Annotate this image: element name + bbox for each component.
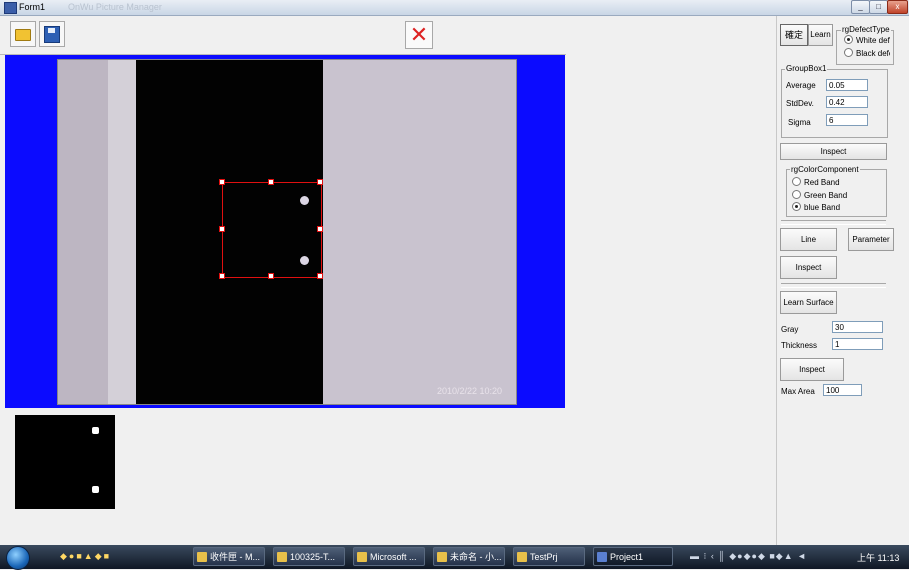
tab-confirm[interactable]: 確定 <box>780 24 808 46</box>
defect-type-label: rgDefectType <box>841 25 891 34</box>
task-project1-label: Project1 <box>610 552 644 562</box>
result-blob <box>92 427 99 434</box>
roi-handle[interactable] <box>268 273 274 279</box>
task-microsoft-label: Microsoft ... <box>370 552 417 562</box>
task-mail-label: 收件匣 - M... <box>210 552 260 562</box>
folder-icon <box>15 29 31 41</box>
inspect-button-1[interactable]: Inspect <box>780 143 887 160</box>
separator <box>781 283 886 288</box>
radio-selected-icon <box>844 35 853 44</box>
surface-strip-edge <box>108 60 136 404</box>
roi-handle[interactable] <box>219 226 225 232</box>
mail-icon <box>197 552 207 562</box>
radio-blue-band-label: blue Band <box>804 203 841 212</box>
radio-unselected-icon <box>844 48 853 57</box>
window-ghost-title: OnWu Picture Manager <box>68 2 162 12</box>
inspect-button-2[interactable]: Inspect <box>780 256 837 279</box>
task-document-label: 100325-T... <box>290 552 336 562</box>
task-microsoft[interactable]: Microsoft ... <box>353 547 425 566</box>
radio-black-defect[interactable]: Black defe <box>844 48 890 58</box>
radio-selected-icon <box>792 202 801 211</box>
result-thumbnail <box>15 415 115 509</box>
stddev-input[interactable]: 0.42 <box>826 96 868 108</box>
thickness-label: Thickness <box>781 341 818 350</box>
gray-input[interactable]: 30 <box>832 321 883 333</box>
sigma-label: Sigma <box>788 118 811 127</box>
roi-handle[interactable] <box>317 273 323 279</box>
roi-rectangle[interactable] <box>222 182 322 278</box>
radio-unselected-icon <box>792 190 801 199</box>
line-button[interactable]: Line <box>780 228 837 251</box>
roi-handle[interactable] <box>317 179 323 185</box>
radio-unselected-icon <box>792 177 801 186</box>
roi-handle[interactable] <box>219 273 225 279</box>
groupbox1-label: GroupBox1 <box>785 64 828 73</box>
radio-green-band[interactable]: Green Band <box>792 190 847 200</box>
parameter-button[interactable]: Parameter <box>848 228 894 251</box>
learn-surface-button[interactable]: Learn Surface <box>780 291 837 314</box>
task-testprj-label: TestPrj <box>530 552 558 562</box>
radio-green-band-label: Green Band <box>804 191 848 200</box>
open-file-button[interactable] <box>10 21 36 47</box>
roi-handle[interactable] <box>268 179 274 185</box>
task-document[interactable]: 100325-T... <box>273 547 345 566</box>
control-panel: 確定 Learn rgDefectType White defe Black d… <box>776 16 909 545</box>
average-input[interactable]: 0.05 <box>826 79 868 91</box>
tab-learn[interactable]: Learn <box>808 24 833 46</box>
save-file-button[interactable] <box>39 21 65 47</box>
clock[interactable]: 上午 11:13 <box>857 551 899 564</box>
document-icon <box>277 552 287 562</box>
window-title: Form1 <box>19 2 46 12</box>
minimize-button[interactable]: _ <box>851 0 870 14</box>
cancel-button[interactable]: ✕ <box>405 21 433 49</box>
title-bar: Form1 OnWu Picture Manager _ □ x <box>0 0 909 16</box>
maximize-button[interactable]: □ <box>869 0 888 14</box>
max-area-input[interactable]: 100 <box>823 384 862 396</box>
system-tray-icons[interactable]: ▬ ⁝ ‹ ║ ◆●◆●◆ ■◆▲ ◄ <box>690 551 807 562</box>
image-timestamp: 2010/2/22 10:20 <box>436 386 502 396</box>
app-icon <box>4 2 17 14</box>
result-blob <box>92 486 99 493</box>
task-mail[interactable]: 收件匣 - M... <box>193 547 265 566</box>
quick-launch-icons[interactable]: ◆●■▲◆■ <box>60 551 111 562</box>
task-testprj[interactable]: TestPrj <box>513 547 585 566</box>
start-button[interactable] <box>6 546 30 570</box>
roi-handle[interactable] <box>219 179 225 185</box>
task-paint-label: 未命名 - 小... <box>450 552 502 562</box>
gray-label: Gray <box>781 325 799 334</box>
close-window-button[interactable]: x <box>887 0 908 14</box>
folder-icon <box>517 552 527 562</box>
paint-icon <box>437 552 447 562</box>
task-paint[interactable]: 未命名 - 小... <box>433 547 505 566</box>
inspect-button-3[interactable]: Inspect <box>780 358 844 381</box>
radio-white-defect[interactable]: White defe <box>844 35 890 45</box>
task-project1[interactable]: Project1 <box>593 547 673 566</box>
color-component-label: rgColorComponent <box>790 165 860 174</box>
floppy-disk-icon <box>44 26 60 43</box>
toolbar <box>0 16 566 55</box>
taskbar: ◆●■▲◆■ 收件匣 - M... 100325-T... Microsoft … <box>0 545 909 570</box>
radio-blue-band[interactable]: blue Band <box>792 202 840 212</box>
roi-handle[interactable] <box>317 226 323 232</box>
office-icon <box>357 552 367 562</box>
radio-black-defect-label: Black defe <box>856 49 890 58</box>
radio-red-band[interactable]: Red Band <box>792 177 840 187</box>
radio-white-defect-label: White defe <box>856 36 890 45</box>
average-label: Average <box>786 81 816 90</box>
stddev-label: StdDev. <box>786 99 814 108</box>
max-area-label: Max Area <box>781 387 815 396</box>
sigma-input[interactable]: 6 <box>826 114 868 126</box>
radio-red-band-label: Red Band <box>804 178 840 187</box>
separator <box>781 220 886 225</box>
thickness-input[interactable]: 1 <box>832 338 883 350</box>
app-window-icon <box>597 552 607 562</box>
surface-strip-left <box>58 60 108 404</box>
